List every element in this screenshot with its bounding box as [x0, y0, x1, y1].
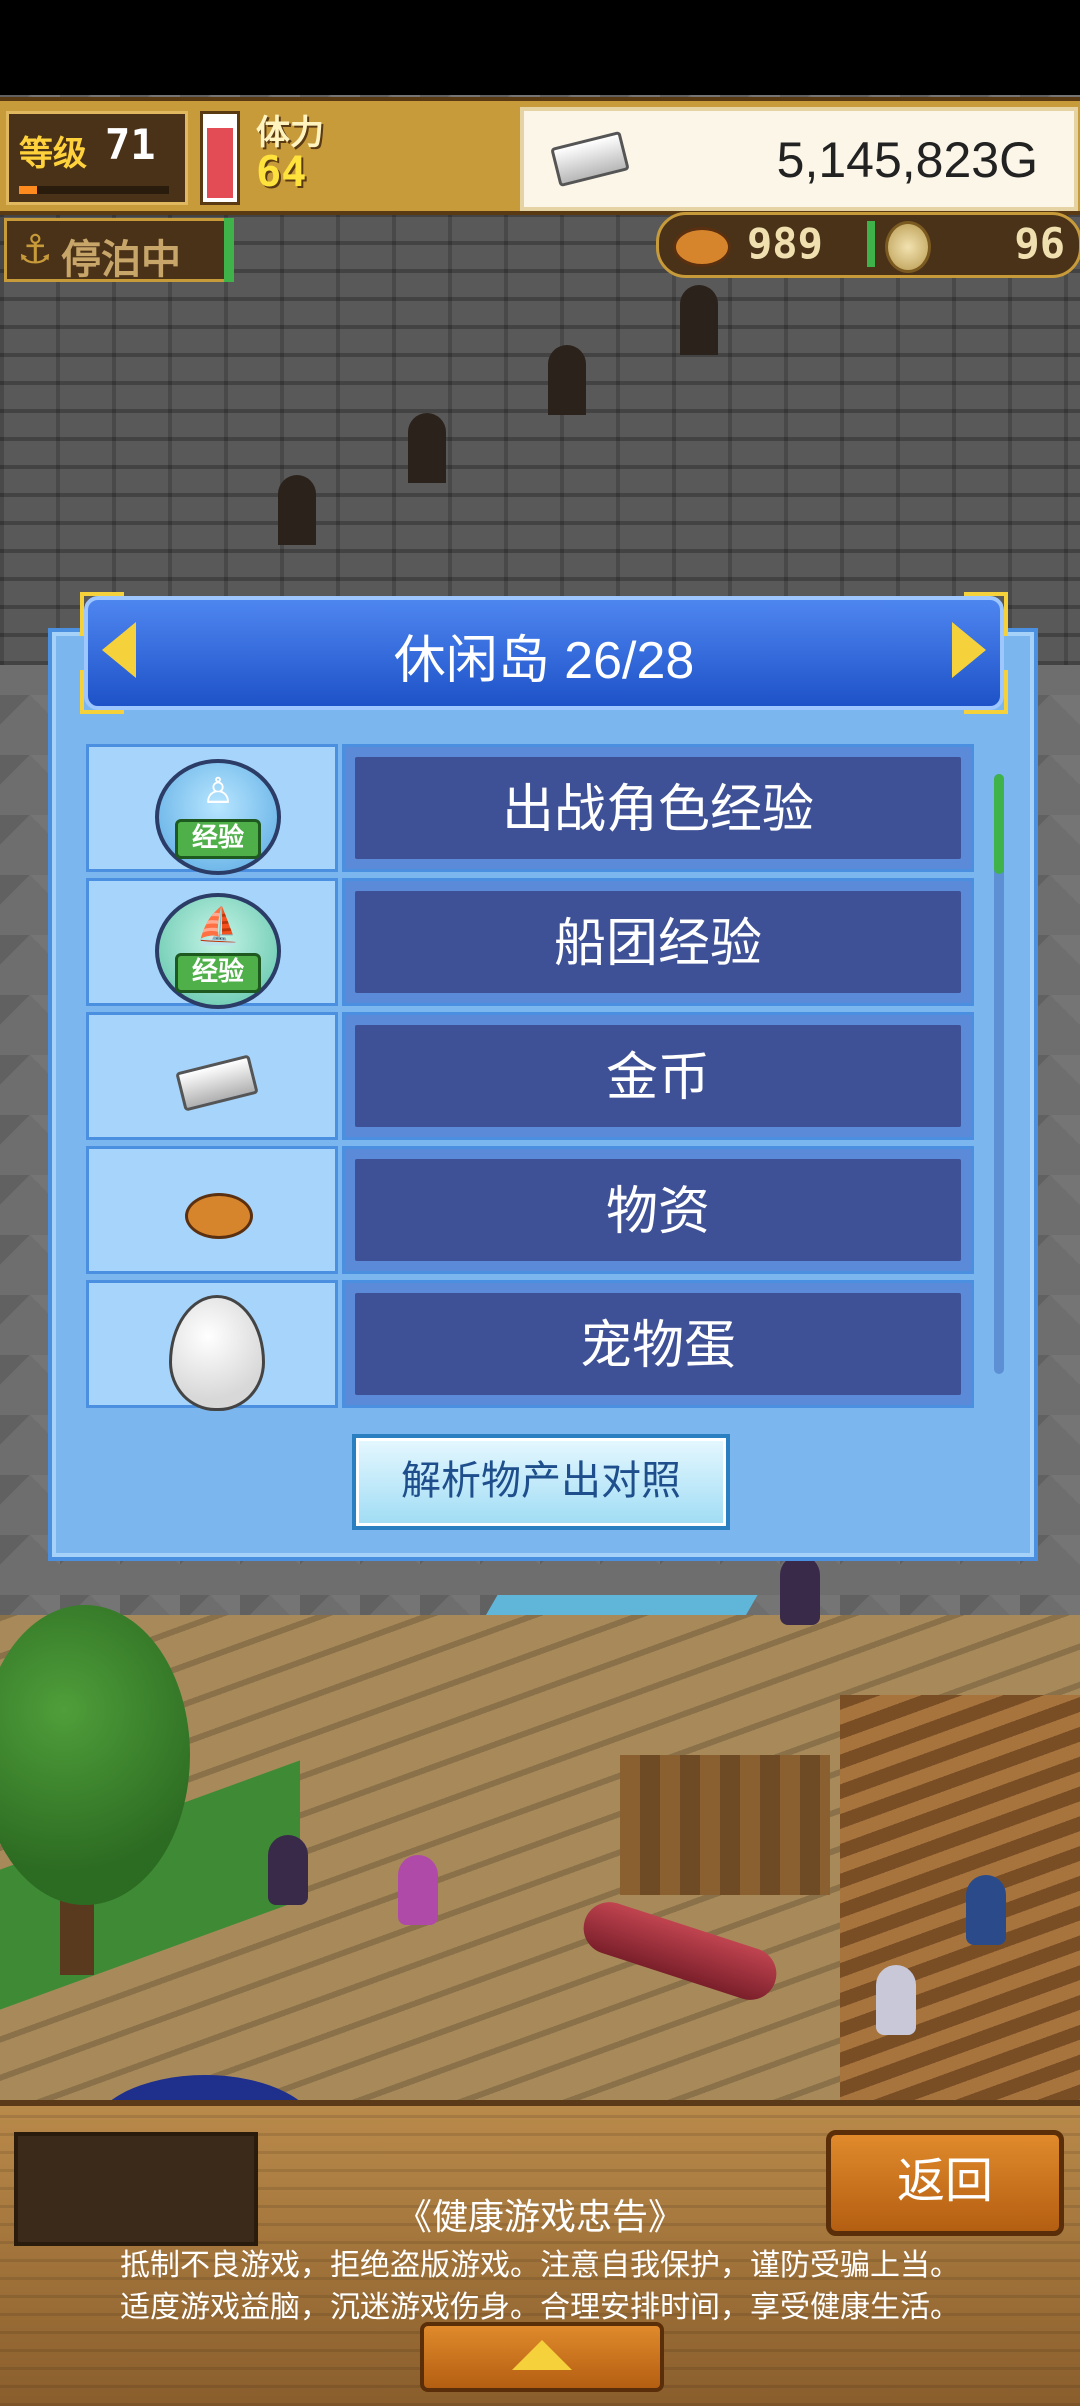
list-item-label: 宠物蛋: [355, 1293, 961, 1395]
resource-separator: [867, 221, 875, 267]
level-value: 71: [105, 120, 156, 169]
list-item[interactable]: 金币: [86, 1012, 976, 1142]
health-advice-line: 抵制不良游戏，拒绝盗版游戏。注意自我保护，谨防受骗上当。: [120, 2249, 960, 2282]
moored-status[interactable]: ⚓ 停泊中: [4, 218, 228, 283]
silver-bar-icon: [175, 1054, 259, 1112]
health-advice-title: 《健康游戏忠告》: [395, 2196, 684, 2237]
supplies-count: 989: [747, 219, 823, 268]
stamina-value: 64: [256, 147, 307, 196]
crew-character[interactable]: [966, 1875, 1006, 1945]
dialog-title: 休闲岛 26/28: [393, 632, 695, 690]
row-label-cell: 物资: [342, 1146, 974, 1274]
exp-tag: 经验: [175, 819, 261, 859]
product-list[interactable]: ♙ 经验 出战角色经验 ⛵ 经验 船团经验 金币 物资 宠物蛋: [86, 744, 976, 1414]
gold-amount: 5,145,823G: [776, 132, 1038, 188]
egg-icon: [169, 1295, 265, 1411]
arrow-up-icon: [512, 2340, 572, 2370]
list-item-label: 金币: [355, 1025, 961, 1127]
dialog-header: 休闲岛 26/28: [80, 592, 1008, 714]
list-item-label: 出战角色经验: [355, 757, 961, 859]
exp-tag: 经验: [175, 953, 261, 993]
medals-count: 96: [1014, 219, 1065, 268]
medal-icon: [885, 221, 931, 273]
list-item[interactable]: 物资: [86, 1146, 976, 1276]
anchor-icon: ⚓: [17, 227, 53, 273]
list-item-label: 船团经验: [355, 891, 961, 993]
health-advice-line: 适度游戏益脑，沉迷游戏伤身。合理安排时间，享受健康生活。: [120, 2291, 960, 2324]
analyze-output-button[interactable]: 解析物产出对照: [352, 1434, 730, 1530]
row-icon-cell: [86, 1280, 338, 1411]
bottom-bar: 返回 《健康游戏忠告》 抵制不良游戏，拒绝盗版游戏。注意自我保护，谨防受骗上当。…: [0, 2100, 1080, 2406]
silver-bar-icon: [550, 130, 630, 188]
cargo-crates: [620, 1755, 830, 1895]
list-item[interactable]: ♙ 经验 出战角色经验: [86, 744, 976, 875]
hp-gauge-fill: [207, 128, 233, 198]
level-exp-bar: [19, 186, 169, 194]
wall-arch: [408, 413, 446, 483]
moored-status-text: 停泊中: [61, 237, 181, 283]
row-icon-cell: [86, 1146, 338, 1274]
wall-arch: [278, 475, 316, 545]
level-panel: 等级 71: [6, 111, 188, 205]
next-island-arrow-icon[interactable]: [952, 622, 986, 678]
ship-glyph: ⛵: [195, 906, 241, 947]
staircase: [840, 1695, 1080, 2115]
row-label-cell: 出战角色经验: [342, 744, 974, 872]
person-exp-icon: ♙ 经验: [155, 759, 281, 875]
row-icon-cell: ♙ 经验: [86, 744, 338, 875]
meat-icon: [185, 1193, 253, 1239]
moored-indicator: [224, 218, 234, 282]
row-icon-cell: ⛵ 经验: [86, 878, 338, 1009]
crew-character[interactable]: [780, 1555, 820, 1625]
hp-gauge: [200, 111, 240, 205]
row-icon-cell: [86, 1012, 338, 1140]
wall-arch: [680, 285, 718, 355]
scrollbar-thumb[interactable]: [994, 774, 1004, 874]
row-label-cell: 船团经验: [342, 878, 974, 1006]
row-label-cell: 金币: [342, 1012, 974, 1140]
gold-panel[interactable]: 5,145,823G: [520, 107, 1078, 211]
level-exp-fill: [19, 186, 37, 194]
wall-arch: [548, 345, 586, 415]
list-item[interactable]: 宠物蛋: [86, 1280, 976, 1411]
ship-exp-icon: ⛵ 经验: [155, 893, 281, 1009]
system-status-bar: [0, 0, 1080, 95]
meat-icon: [673, 227, 731, 267]
level-label: 等级: [19, 134, 87, 174]
list-item-label: 物资: [355, 1159, 961, 1261]
row-label-cell: 宠物蛋: [342, 1280, 974, 1408]
list-item[interactable]: ⛵ 经验 船团经验: [86, 878, 976, 1009]
crew-character[interactable]: [268, 1835, 308, 1905]
resource-panel[interactable]: 989 96: [656, 212, 1080, 278]
person-glyph: ♙: [201, 771, 235, 812]
list-scrollbar[interactable]: [994, 774, 1004, 1374]
top-hud: 等级 71 体力 64 5,145,823G: [0, 97, 1080, 215]
crew-character[interactable]: [876, 1965, 916, 2035]
expand-menu-button[interactable]: [420, 2322, 664, 2392]
crew-character[interactable]: [398, 1855, 438, 1925]
